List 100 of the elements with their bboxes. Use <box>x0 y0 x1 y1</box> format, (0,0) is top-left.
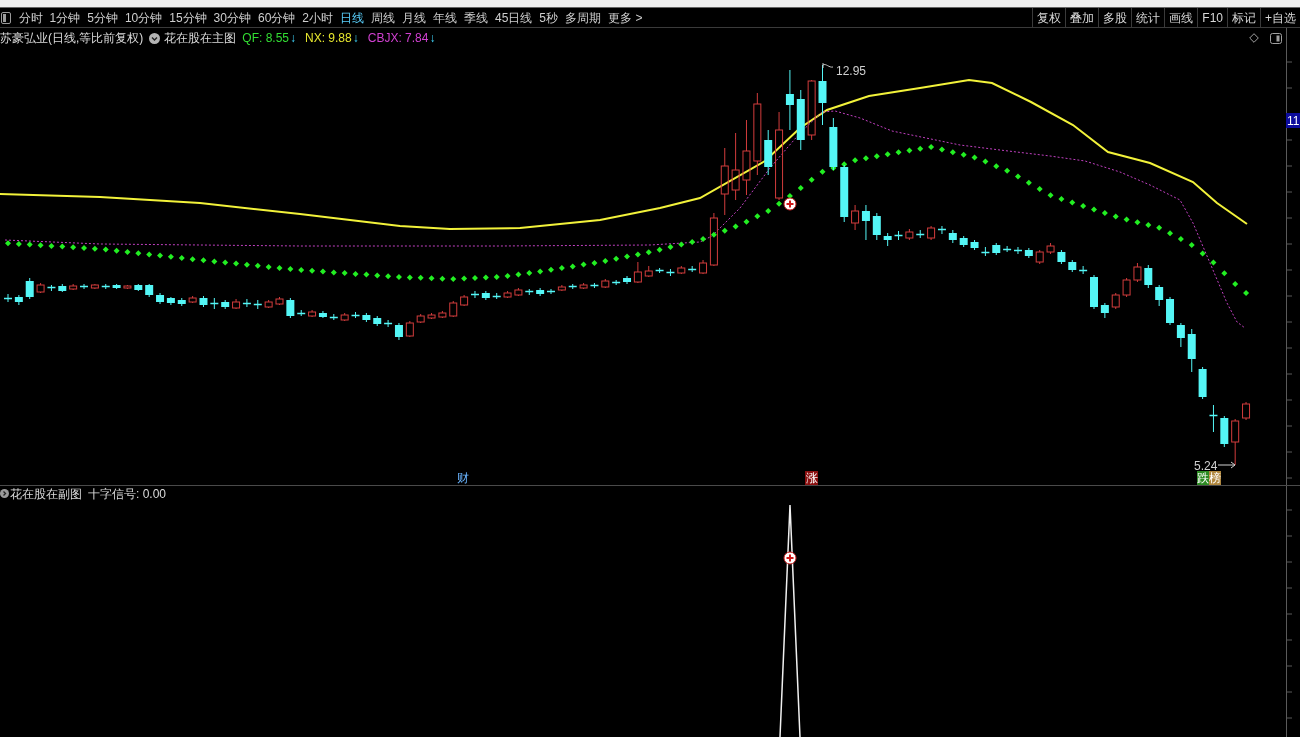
candle <box>1035 249 1044 265</box>
period-tab[interactable]: 2小时 <box>298 8 337 27</box>
chart-title: 苏豪弘业(日线,等比前复权) <box>0 32 144 44</box>
panel-toggle-icon[interactable] <box>1270 32 1282 44</box>
candle <box>427 312 436 320</box>
toolbar-button[interactable]: F10 <box>1197 8 1227 27</box>
candle <box>1176 322 1185 348</box>
toolbar-button[interactable]: 叠加 <box>1065 8 1099 27</box>
period-tab[interactable]: 周线 <box>367 8 399 27</box>
period-tab[interactable]: 1分钟 <box>46 8 84 27</box>
candle <box>840 164 849 223</box>
candle <box>123 284 132 290</box>
candle <box>481 290 490 301</box>
candle <box>1133 262 1142 283</box>
high-price-label: 12.95 <box>836 64 867 78</box>
candle <box>318 310 327 319</box>
candle <box>242 298 252 308</box>
indicator-readout: NX: 9.88 <box>305 32 352 44</box>
toolbar-button[interactable]: 画线 <box>1164 8 1198 27</box>
signal-tag: 财 <box>457 471 469 485</box>
indicator-readout: 十字信号: 0.00 <box>88 487 167 500</box>
period-tab[interactable]: 5秒 <box>535 8 562 27</box>
candle <box>1122 277 1131 298</box>
candle <box>796 89 805 151</box>
candle <box>1242 401 1251 421</box>
pointer-arrow <box>1217 461 1236 469</box>
circle-arrow-icon[interactable] <box>0 489 9 498</box>
sidebar-toggle-icon[interactable] <box>1 11 11 24</box>
candle <box>253 299 263 310</box>
candle <box>438 310 447 319</box>
candle <box>145 283 154 298</box>
indicator-readout: QF: 8.55 <box>242 32 289 44</box>
period-tab[interactable]: 30分钟 <box>210 8 255 27</box>
circle-chevron-icon[interactable] <box>149 32 161 44</box>
indicator-name: 花在股在主图 <box>164 32 237 44</box>
candle <box>1100 302 1109 319</box>
candle <box>156 292 165 305</box>
candle <box>373 315 382 327</box>
price-label: 11 <box>1286 113 1300 128</box>
toolbar-button[interactable]: 复权 <box>1032 8 1066 27</box>
candle <box>861 204 870 241</box>
candle <box>405 320 414 338</box>
candle <box>166 296 175 306</box>
candle <box>232 298 241 310</box>
candle <box>905 228 914 241</box>
period-tab[interactable]: 日线 <box>336 8 368 27</box>
candle <box>25 277 34 300</box>
candle <box>58 283 67 293</box>
period-tab[interactable]: 60分钟 <box>254 8 299 27</box>
toolbar-button[interactable]: +自选 <box>1260 8 1300 27</box>
trend-arrow: ↓ <box>429 32 436 44</box>
period-tab[interactable]: 多周期 <box>561 8 605 27</box>
period-tab[interactable]: 年线 <box>429 8 461 27</box>
candle <box>1057 249 1066 265</box>
period-tab[interactable]: 分时 <box>15 8 46 27</box>
candle <box>177 297 186 307</box>
candle <box>1090 274 1098 310</box>
candle <box>720 147 729 216</box>
candle <box>14 294 23 306</box>
candle <box>221 299 230 310</box>
candle <box>1111 292 1120 310</box>
candle <box>915 229 925 239</box>
period-tab[interactable]: 季线 <box>460 8 492 27</box>
candle <box>514 287 523 297</box>
candle <box>970 239 979 251</box>
period-tab[interactable]: 10分钟 <box>121 8 166 27</box>
candle <box>1013 246 1023 255</box>
toolbar-button[interactable]: 统计 <box>1131 8 1165 27</box>
candle <box>1166 296 1174 326</box>
candle <box>893 230 904 241</box>
cross-signal-icon <box>783 551 797 565</box>
period-tab[interactable]: 更多 > <box>604 8 646 27</box>
candle <box>872 212 881 241</box>
toolbar-button[interactable]: 多股 <box>1098 8 1132 27</box>
candle <box>731 132 740 201</box>
candle <box>1155 284 1164 307</box>
indicator-name: 花在股在副图 <box>10 487 82 500</box>
candle <box>1187 328 1196 373</box>
cross-signal-icon <box>783 197 797 211</box>
candle <box>1208 404 1219 433</box>
period-tab[interactable]: 15分钟 <box>165 8 211 27</box>
candle <box>308 309 317 318</box>
candle <box>980 246 991 257</box>
candle <box>1144 264 1153 289</box>
period-tab[interactable]: 45日线 <box>491 8 536 27</box>
indicator-readout: CBJX: 7.84 <box>367 32 429 44</box>
candle <box>449 300 458 318</box>
candle <box>665 268 676 277</box>
period-tab[interactable]: 5分钟 <box>83 8 122 27</box>
candle <box>416 313 425 324</box>
signal-tag: 涨 <box>805 471 818 485</box>
candle <box>807 79 816 141</box>
candle <box>1078 265 1088 275</box>
candle <box>883 232 892 247</box>
toolbar-button[interactable]: 标记 <box>1227 8 1260 27</box>
candle <box>503 290 512 299</box>
candle <box>851 204 860 231</box>
diamond-icon[interactable] <box>1249 33 1259 43</box>
candle <box>275 296 284 306</box>
period-tab[interactable]: 月线 <box>398 8 430 27</box>
